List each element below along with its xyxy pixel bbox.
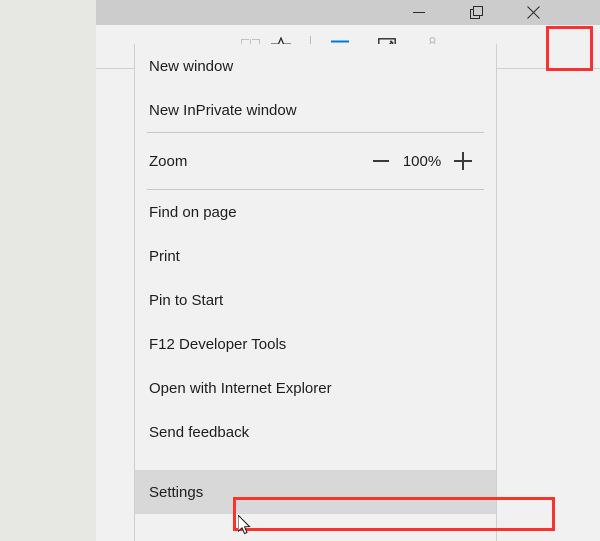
menu-item-settings[interactable]: Settings [135,470,496,514]
more-menu-panel: New window New InPrivate window Zoom 100… [134,44,497,541]
plus-icon [454,152,472,170]
zoom-in-button[interactable] [444,142,482,180]
minus-icon [373,160,389,162]
restore-button[interactable] [453,0,499,25]
menu-item-label: Open with Internet Explorer [149,379,332,397]
menu-item-find-on-page[interactable]: Find on page [135,190,496,234]
browser-window: New window New InPrivate window Zoom 100… [96,0,600,541]
restore-icon [469,6,483,19]
zoom-controls: 100% [362,142,482,180]
menu-item-label: Find on page [149,203,237,221]
zoom-out-button[interactable] [362,142,400,180]
menu-item-label: Pin to Start [149,291,224,309]
menu-item-label: F12 Developer Tools [149,335,287,353]
menu-item-zoom: Zoom 100% [135,133,496,189]
menu-item-new-inprivate-window[interactable]: New InPrivate window [135,88,496,132]
menu-item-label: Print [149,247,180,265]
menu-spacer [135,454,496,470]
menu-item-send-feedback[interactable]: Send feedback [135,410,496,454]
menu-item-print[interactable]: Print [135,234,496,278]
menu-item-new-window[interactable]: New window [135,44,496,88]
title-bar [96,0,600,25]
menu-item-open-with-internet-explorer[interactable]: Open with Internet Explorer [135,366,496,410]
zoom-label: Zoom [149,152,188,170]
zoom-value: 100% [402,152,442,170]
menu-item-pin-to-start[interactable]: Pin to Start [135,278,496,322]
minimize-icon [413,12,425,13]
minimize-button[interactable] [396,0,442,25]
menu-item-label: Send feedback [149,423,250,441]
close-button[interactable] [510,0,556,25]
close-icon [526,6,540,20]
menu-item-label: Settings [149,483,204,501]
menu-item-label: New window [149,57,234,75]
menu-item-label: New InPrivate window [149,101,297,119]
menu-item-f12-developer-tools[interactable]: F12 Developer Tools [135,322,496,366]
